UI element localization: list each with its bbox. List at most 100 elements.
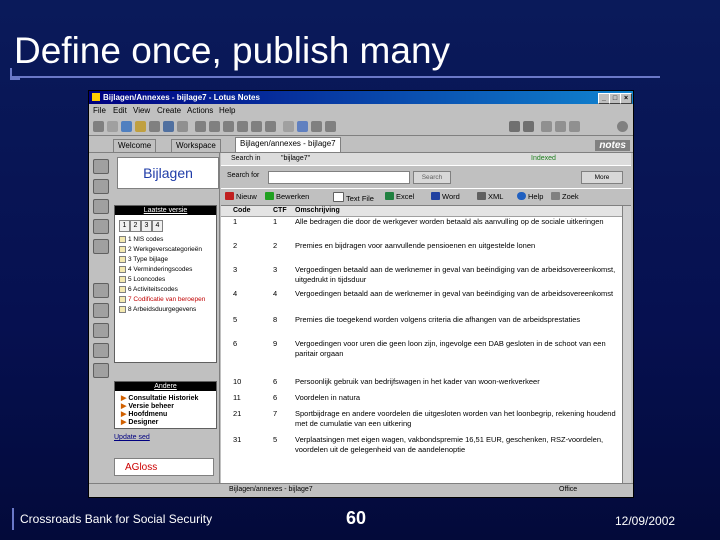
edit-button[interactable]: Bewerken	[265, 192, 309, 201]
vtab-2[interactable]: 2	[130, 220, 141, 232]
table-row[interactable]: 11 6 Voordelen in natura	[221, 393, 631, 403]
search-bar: Search in "bijlage7" Indexed	[221, 153, 631, 165]
table-row[interactable]: 1 1 Alle bedragen die door de werkgever wo…	[221, 217, 631, 237]
nav-back-icon[interactable]	[509, 121, 520, 132]
nav-forward-icon[interactable]	[523, 121, 534, 132]
xml-button[interactable]: XML	[477, 192, 503, 201]
paste-icon[interactable]	[135, 121, 146, 132]
stop-icon[interactable]	[541, 121, 552, 132]
nav-item-selected[interactable]: 7 Codificatie van beroepen	[119, 296, 205, 303]
home-icon[interactable]	[569, 121, 580, 132]
menu-view[interactable]: View	[133, 106, 150, 115]
column-ctf[interactable]: CTF	[273, 207, 287, 214]
nav-item[interactable]: 2 Werkgeverscategorieën	[119, 246, 202, 253]
window-tabs: Welcome Workspace Bijlagen/annexes - bij…	[89, 136, 633, 153]
globe-icon[interactable]	[617, 121, 628, 132]
search-button[interactable]: Search	[413, 171, 451, 184]
status-office[interactable]: Office	[559, 486, 577, 493]
vtab-4[interactable]: 4	[152, 220, 163, 232]
tab-workspace[interactable]: Workspace	[171, 139, 221, 152]
text-file-button[interactable]: Text File	[333, 192, 374, 203]
menu-create[interactable]: Create	[157, 106, 181, 115]
notes-app-icon	[92, 93, 100, 101]
nav-item[interactable]: 5 Looncodes	[119, 276, 165, 283]
databases-bookmark-icon[interactable]	[93, 303, 109, 318]
history-bookmark-icon[interactable]	[93, 323, 109, 338]
outdent-icon[interactable]	[265, 121, 276, 132]
indent-icon[interactable]	[251, 121, 262, 132]
table-row[interactable]: 4 4 Vergoedingen betaald aan de werknemer …	[221, 289, 631, 309]
other-item[interactable]: ▶ Consultatie Historiek	[121, 394, 198, 402]
tab-welcome[interactable]: Welcome	[113, 139, 157, 152]
table-row[interactable]: 2 2 Premies en bijdragen voor aanvullende …	[221, 241, 631, 261]
search-scope: "bijlage7"	[281, 155, 311, 162]
search-action-button[interactable]: Zoek	[551, 192, 579, 201]
nav-item[interactable]: 1 NIS codes	[119, 236, 163, 243]
column-code[interactable]: Code	[233, 207, 251, 214]
address-bookmark-icon[interactable]	[93, 199, 109, 214]
web-bookmark-icon[interactable]	[93, 343, 109, 358]
table-row[interactable]: 31 5 Verplaatsingen met eigen wagen, vakbo…	[221, 435, 631, 465]
properties-icon[interactable]	[177, 121, 188, 132]
underline-icon[interactable]	[223, 121, 234, 132]
cut-icon[interactable]	[107, 121, 118, 132]
view-icon[interactable]	[311, 121, 322, 132]
attach-icon[interactable]	[163, 121, 174, 132]
window-title: Bijlagen/Annexes - bijlage7 - Lotus Note…	[103, 93, 260, 102]
title-rule	[10, 76, 660, 78]
word-button[interactable]: Word	[431, 192, 460, 201]
link-icon[interactable]	[297, 121, 308, 132]
panel-title: Laatste versie	[115, 206, 216, 215]
tab-bijlagen[interactable]: Bijlagen/annexes - bijlage7	[235, 137, 341, 152]
agloss-logo[interactable]: AGloss	[114, 458, 214, 476]
other-item[interactable]: ▶ Versie beheer	[121, 402, 174, 410]
excel-button[interactable]: Excel	[385, 192, 414, 201]
word-icon	[431, 192, 440, 200]
favorites-bookmark-icon[interactable]	[93, 283, 109, 298]
table-row[interactable]: 6 9 Vergoedingen voor uren die geen loon z…	[221, 339, 631, 369]
status-path: Bijlagen/annexes - bijlage7	[229, 486, 313, 493]
table-row[interactable]: 10 6 Persoonlijk gebruik van bedrijfswagen…	[221, 377, 631, 387]
help-button[interactable]: Help	[517, 192, 543, 201]
window-titlebar: Bijlagen/Annexes - bijlage7 - Lotus Note…	[89, 91, 633, 104]
search-input[interactable]	[268, 171, 410, 184]
other-item[interactable]: ▶ Designer	[121, 418, 158, 426]
latest-version-panel: Laatste versie 1 2 3 4 1 NIS codes 2 Wer…	[114, 205, 217, 363]
todo-bookmark-icon[interactable]	[93, 219, 109, 234]
nav-item[interactable]: 6 Activiteitscodes	[119, 286, 178, 293]
mail-bookmark-icon[interactable]	[93, 159, 109, 174]
other-item[interactable]: ▶ Hoofdmenu	[121, 410, 167, 418]
table-icon[interactable]	[283, 121, 294, 132]
bold-icon[interactable]	[195, 121, 206, 132]
refresh-icon[interactable]	[555, 121, 566, 132]
update-link[interactable]: Update sed	[114, 434, 150, 441]
table-row[interactable]: 3 3 Vergoedingen betaald aan de werknemer …	[221, 265, 631, 285]
more-button[interactable]: More	[581, 171, 623, 184]
menu-help[interactable]: Help	[219, 106, 235, 115]
vertical-scrollbar[interactable]	[622, 206, 631, 483]
more-bookmark-icon[interactable]	[93, 363, 109, 378]
search-icon[interactable]	[325, 121, 336, 132]
calendar-bookmark-icon[interactable]	[93, 179, 109, 194]
align-icon[interactable]	[237, 121, 248, 132]
new-button[interactable]: Nieuw	[225, 192, 257, 201]
back-icon[interactable]	[93, 121, 104, 132]
nav-item[interactable]: 8 Arbeidsduurgegevens	[119, 306, 196, 313]
italic-icon[interactable]	[209, 121, 220, 132]
table-row[interactable]: 21 7 Sportbijdrage en andere voordelen die…	[221, 409, 631, 429]
edit-icon	[265, 192, 274, 200]
copy-icon[interactable]	[121, 121, 132, 132]
table-row[interactable]: 5 8 Premies die toegekend worden volgens c…	[221, 315, 631, 335]
vtab-3[interactable]: 3	[141, 220, 152, 232]
nav-item[interactable]: 4 Verminderingscodes	[119, 266, 192, 273]
print-icon[interactable]	[149, 121, 160, 132]
menu-file[interactable]: File	[93, 106, 106, 115]
nav-item[interactable]: 3 Type bijlage	[119, 256, 168, 263]
menu-edit[interactable]: Edit	[113, 106, 127, 115]
menu-actions[interactable]: Actions	[187, 106, 213, 115]
vtab-1[interactable]: 1	[119, 220, 130, 232]
column-description[interactable]: Omschrijving	[295, 207, 340, 214]
replicator-bookmark-icon[interactable]	[93, 239, 109, 254]
close-button[interactable]: ×	[620, 93, 632, 104]
page-number: 60	[346, 508, 367, 528]
